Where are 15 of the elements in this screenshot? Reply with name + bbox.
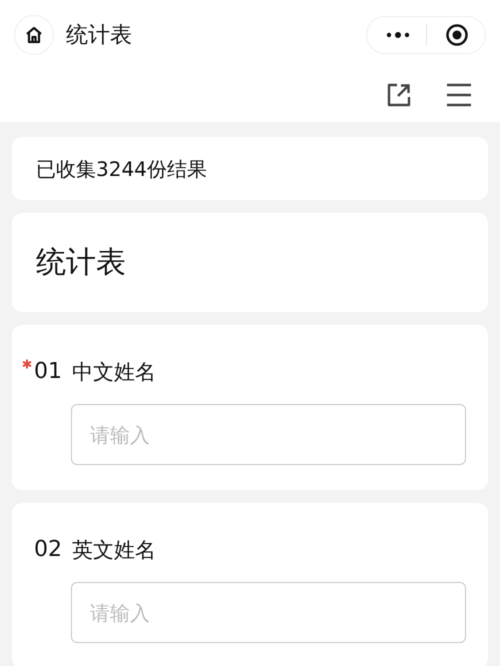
question-label: 中文姓名 (72, 359, 156, 386)
summary-text: 已收集3244份结果 (36, 156, 207, 182)
target-icon[interactable] (445, 23, 469, 47)
question-number: 01 (34, 358, 63, 386)
menu-icon[interactable] (446, 83, 472, 107)
question-number: 02 (34, 536, 63, 564)
form-title: 统计表 (36, 244, 126, 282)
question-label: 英文姓名 (72, 537, 156, 564)
share-icon[interactable] (386, 82, 412, 108)
input-field[interactable]: 请输入 (71, 404, 466, 465)
home-button[interactable] (14, 15, 54, 55)
input-field[interactable]: 请输入 (71, 582, 466, 643)
more-icon[interactable] (386, 31, 410, 39)
page-title: 统计表 (66, 22, 132, 50)
home-icon (24, 25, 44, 45)
